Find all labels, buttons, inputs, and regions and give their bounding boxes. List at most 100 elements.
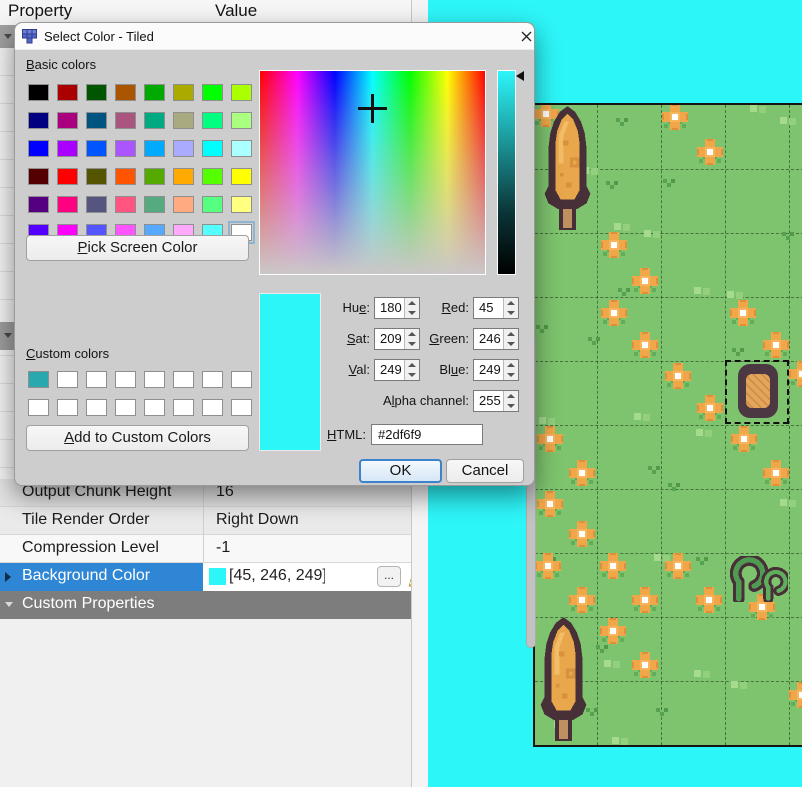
custom-color-swatch[interactable] xyxy=(57,371,78,388)
close-icon[interactable] xyxy=(518,28,535,45)
slider-arrow-icon[interactable] xyxy=(516,71,524,81)
grass-tuft xyxy=(731,681,738,688)
custom-color-swatch[interactable] xyxy=(173,399,194,416)
green-spinbox[interactable]: 246 xyxy=(473,328,519,350)
spin-down-icon[interactable] xyxy=(504,401,518,411)
html-color-input[interactable]: #2df6f9 xyxy=(371,424,483,445)
basic-color-swatch[interactable] xyxy=(231,196,252,213)
basic-color-swatch[interactable] xyxy=(86,196,107,213)
blue-spinbox[interactable]: 249 xyxy=(473,359,519,381)
basic-color-swatch[interactable] xyxy=(28,168,49,185)
red-spinbox[interactable]: 45 xyxy=(473,297,519,319)
blue-label: Blue: xyxy=(405,359,469,381)
basic-color-swatch[interactable] xyxy=(202,84,223,101)
spin-down-icon[interactable] xyxy=(504,370,518,380)
basic-color-swatch[interactable] xyxy=(231,84,252,101)
section-row-custom-properties[interactable]: Custom Properties xyxy=(0,591,411,619)
custom-color-swatch[interactable] xyxy=(202,399,223,416)
basic-color-swatch[interactable] xyxy=(173,196,194,213)
custom-color-swatch[interactable] xyxy=(173,371,194,388)
basic-color-swatch[interactable] xyxy=(144,112,165,129)
basic-color-swatch[interactable] xyxy=(202,112,223,129)
basic-color-swatch[interactable] xyxy=(28,140,49,157)
basic-color-swatch[interactable] xyxy=(86,140,107,157)
basic-color-swatch[interactable] xyxy=(28,112,49,129)
basic-color-swatch[interactable] xyxy=(86,112,107,129)
grass-tuft xyxy=(539,417,546,424)
alpha-spinbox[interactable]: 255 xyxy=(473,390,519,412)
pick-screen-color-button[interactable]: Pick Screen Color xyxy=(26,235,249,261)
grass-sprig xyxy=(786,236,790,240)
value-slider[interactable] xyxy=(497,70,516,275)
basic-color-swatch[interactable] xyxy=(115,196,136,213)
basic-color-swatch[interactable] xyxy=(202,140,223,157)
grid-line xyxy=(535,233,802,234)
basic-color-swatch[interactable] xyxy=(202,168,223,185)
basic-color-swatch[interactable] xyxy=(57,84,78,101)
flower-tile xyxy=(537,491,563,517)
basic-color-swatch[interactable] xyxy=(231,112,252,129)
basic-color-swatch[interactable] xyxy=(57,168,78,185)
basic-color-swatch[interactable] xyxy=(28,196,49,213)
spin-down-icon[interactable] xyxy=(504,308,518,318)
custom-color-swatch[interactable] xyxy=(115,371,136,388)
basic-color-swatch[interactable] xyxy=(86,84,107,101)
color-value-field[interactable]: [45, 246, 249] ... xyxy=(203,563,411,591)
tile-map[interactable] xyxy=(533,103,802,747)
color-picker-button[interactable]: ... xyxy=(377,566,401,587)
spin-down-icon[interactable] xyxy=(504,339,518,349)
custom-color-swatch[interactable] xyxy=(115,399,136,416)
custom-color-swatch[interactable] xyxy=(144,399,165,416)
basic-color-swatch[interactable] xyxy=(57,140,78,157)
property-row-background-color[interactable]: Background Color [45, 246, 249] ... xyxy=(0,563,411,591)
custom-color-swatch[interactable] xyxy=(86,371,107,388)
basic-color-swatch[interactable] xyxy=(115,168,136,185)
grass-sprig xyxy=(660,712,664,716)
custom-color-swatch[interactable] xyxy=(144,371,165,388)
grass-tuft xyxy=(654,554,661,561)
custom-color-swatch[interactable] xyxy=(57,399,78,416)
spin-up-icon[interactable] xyxy=(504,360,518,370)
spin-up-icon[interactable] xyxy=(504,298,518,308)
selected-tile[interactable] xyxy=(725,360,789,424)
dirt-patch xyxy=(738,364,778,418)
basic-color-swatch[interactable] xyxy=(231,168,252,185)
basic-color-swatch[interactable] xyxy=(115,140,136,157)
custom-color-swatch[interactable] xyxy=(86,399,107,416)
basic-color-swatch[interactable] xyxy=(173,84,194,101)
grass-sprig xyxy=(620,122,624,126)
basic-color-swatch[interactable] xyxy=(57,112,78,129)
custom-color-swatch[interactable] xyxy=(28,371,49,388)
custom-color-swatch[interactable] xyxy=(202,371,223,388)
basic-color-swatch[interactable] xyxy=(115,84,136,101)
spin-up-icon[interactable] xyxy=(504,329,518,339)
property-row-tile-render-order[interactable]: Tile Render Order Right Down xyxy=(0,507,411,535)
add-to-custom-colors-button[interactable]: Add to Custom Colors xyxy=(26,425,249,451)
custom-color-swatch[interactable] xyxy=(231,371,252,388)
basic-color-swatch[interactable] xyxy=(231,140,252,157)
ok-button[interactable]: OK xyxy=(359,459,442,483)
custom-color-swatch[interactable] xyxy=(28,399,49,416)
basic-color-swatch[interactable] xyxy=(173,112,194,129)
basic-color-swatch[interactable] xyxy=(86,168,107,185)
basic-color-swatch[interactable] xyxy=(144,196,165,213)
basic-colors-label: Basic colors xyxy=(26,57,96,72)
flower-tile xyxy=(535,553,561,579)
cancel-button[interactable]: Cancel xyxy=(446,459,524,483)
basic-color-swatch[interactable] xyxy=(202,196,223,213)
flower-tile xyxy=(600,553,626,579)
basic-color-swatch[interactable] xyxy=(57,196,78,213)
custom-color-swatch[interactable] xyxy=(231,399,252,416)
spin-up-icon[interactable] xyxy=(504,391,518,401)
expand-arrow-icon[interactable] xyxy=(5,572,11,582)
property-row-compression-level[interactable]: Compression Level -1 xyxy=(0,535,411,563)
basic-color-swatch[interactable] xyxy=(173,168,194,185)
dialog-titlebar[interactable]: Select Color - Tiled xyxy=(15,23,534,50)
basic-color-swatch[interactable] xyxy=(115,112,136,129)
basic-color-swatch[interactable] xyxy=(28,84,49,101)
basic-color-swatch[interactable] xyxy=(144,84,165,101)
basic-color-swatch[interactable] xyxy=(144,168,165,185)
saturation-value-picker[interactable] xyxy=(259,70,486,275)
basic-color-swatch[interactable] xyxy=(144,140,165,157)
basic-color-swatch[interactable] xyxy=(173,140,194,157)
